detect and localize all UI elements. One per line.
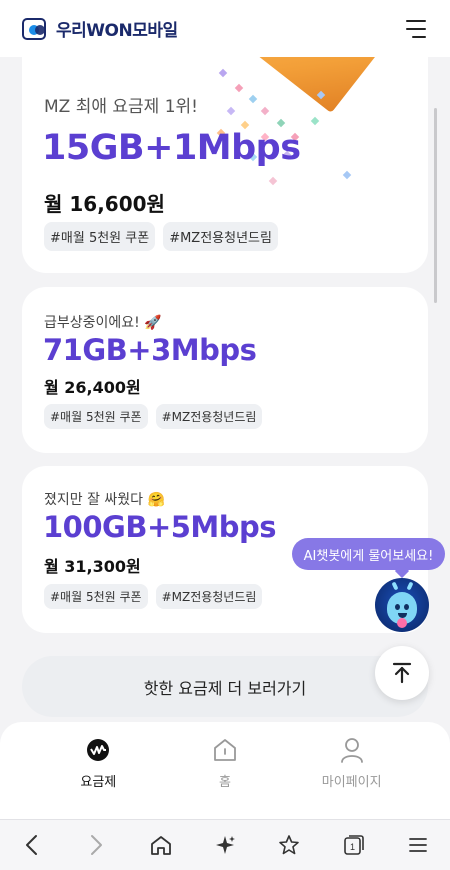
chatbot-button[interactable] xyxy=(375,578,429,632)
tag-coupon: #매월 5천원 쿠폰 xyxy=(44,404,148,429)
home-icon xyxy=(214,739,236,761)
plan-card-2[interactable]: 급부상중이에요! 🚀 71GB+3Mbps 월 26,400원 #매월 5천원 … xyxy=(22,287,428,453)
forward-icon xyxy=(91,835,103,855)
app-header: 우리WON모바일 xyxy=(0,0,450,57)
plan-data-amount: 71GB+3Mbps xyxy=(43,333,257,367)
hamburger-menu-icon[interactable] xyxy=(406,19,428,38)
menu-icon xyxy=(408,838,427,852)
chatbot-bubble[interactable]: AI챗봇에게 물어보세요! xyxy=(292,538,445,570)
rocket-icon: 🚀 xyxy=(144,315,162,331)
back-icon xyxy=(26,835,38,855)
plan-price: 월 26,400원 xyxy=(44,378,141,397)
back-button[interactable] xyxy=(12,825,52,865)
more-plans-button[interactable]: 핫한 요금제 더 보러가기 xyxy=(22,656,428,717)
logo-icon xyxy=(22,17,50,40)
plan-icon xyxy=(87,739,110,761)
favorites-icon xyxy=(279,835,300,855)
logo-text: 우리WON모바일 xyxy=(56,21,178,41)
tag-mz: #MZ전용청년드림 xyxy=(163,222,278,251)
plan-subtitle: 급부상중이에요! 🚀 xyxy=(44,315,162,331)
tag-coupon: #매월 5천원 쿠폰 xyxy=(44,222,156,251)
browser-home-button[interactable] xyxy=(141,825,181,865)
hugging-face-icon: 🤗 xyxy=(147,492,165,508)
tag-mz: #MZ전용청년드림 xyxy=(155,584,263,609)
forward-button[interactable] xyxy=(76,825,116,865)
bottom-navigation: 요금제 홈 마이페이지 xyxy=(0,722,450,819)
brand-logo[interactable]: 우리WON모바일 xyxy=(22,16,178,41)
scrollbar[interactable] xyxy=(434,108,437,303)
tag-coupon: #매월 5천원 쿠폰 xyxy=(44,584,148,609)
sparkle-icon xyxy=(215,836,235,854)
nav-label: 마이페이지 xyxy=(321,775,382,790)
nav-item-plans[interactable]: 요금제 xyxy=(48,722,148,819)
tabs-icon: 1 xyxy=(343,835,364,855)
favorites-button[interactable] xyxy=(269,825,309,865)
plan-subtitle: 졌지만 잘 싸웠다 🤗 xyxy=(44,492,165,508)
plan-tags: #매월 5천원 쿠폰 #MZ전용청년드림 xyxy=(44,222,278,251)
tabs-button[interactable]: 1 xyxy=(334,825,374,865)
plan-subtitle: MZ 최애 요금제 1위! xyxy=(44,97,198,117)
plan-price: 월 16,600원 xyxy=(44,192,165,216)
plan-price: 월 31,300원 xyxy=(44,557,141,576)
tag-mz: #MZ전용청년드림 xyxy=(155,404,263,429)
plan-data-amount: 100GB+5Mbps xyxy=(43,510,277,544)
svg-text:1: 1 xyxy=(350,842,355,852)
sparkle-button[interactable] xyxy=(205,825,245,865)
nav-item-home[interactable]: 홈 xyxy=(175,722,275,819)
home-icon xyxy=(150,836,171,855)
plan-tags: #매월 5천원 쿠폰 #MZ전용청년드림 xyxy=(44,584,263,609)
browser-menu-button[interactable] xyxy=(398,825,438,865)
browser-toolbar: 1 xyxy=(0,819,450,870)
nav-label: 홈 xyxy=(219,775,231,790)
plan-data-amount: 15GB+1Mbps xyxy=(42,128,301,168)
plan-tags: #매월 5천원 쿠폰 #MZ전용청년드림 xyxy=(44,404,263,429)
plan-card-1[interactable]: MZ 최애 요금제 1위! 15GB+1Mbps 월 16,600원 #매월 5… xyxy=(22,30,428,273)
scroll-top-button[interactable] xyxy=(375,646,429,700)
arrow-up-icon xyxy=(392,662,412,684)
nav-label: 요금제 xyxy=(80,775,117,790)
user-icon xyxy=(340,738,363,763)
nav-item-mypage[interactable]: 마이페이지 xyxy=(302,722,402,819)
